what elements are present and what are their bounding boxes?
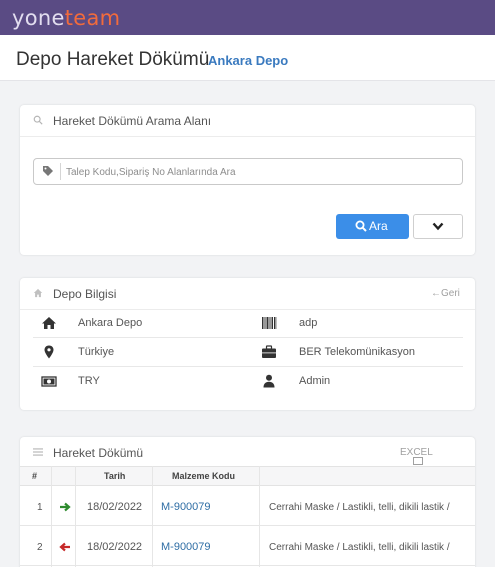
field-separator — [60, 163, 61, 180]
depot-code: adp — [299, 317, 318, 329]
column-header-date: Tarih — [104, 471, 126, 481]
back-link-label: Geri — [441, 288, 460, 299]
depot-info-title: Depo Bilgisi — [53, 287, 117, 301]
chevron-down-icon — [432, 222, 444, 231]
back-link[interactable]: ←Geri — [431, 288, 460, 299]
depot-info-card: Depo Bilgisi ←Geri Ankara Depo adp Türki… — [20, 278, 475, 410]
row-date: 18/02/2022 — [87, 541, 143, 553]
top-bar: yoneteam — [0, 0, 495, 35]
column-header-material-code: Malzeme Kodu — [172, 471, 236, 481]
row-date: 18/02/2022 — [87, 501, 143, 513]
row-description: Cerrahi Maske / Lastikli, telli, dikili … — [269, 502, 450, 513]
movements-card: Hareket Dökümü EXCEL # Tarih Malzeme Kod… — [20, 437, 475, 567]
title-bar: Depo Hareket Dökümü Ankara Depo — [0, 35, 495, 81]
depot-info-row: Ankara Depo adp — [33, 309, 463, 338]
arrow-right-icon — [60, 502, 71, 512]
list-icon — [33, 448, 43, 456]
logo-text-2: team — [64, 6, 121, 30]
search-icon — [355, 220, 367, 232]
logo-text-1: yone — [12, 6, 65, 30]
column-header-no: # — [32, 471, 38, 481]
user-icon — [263, 374, 275, 388]
row-number: 2 — [37, 542, 43, 553]
money-icon — [41, 376, 57, 387]
page-title: Depo Hareket Dökümü — [16, 49, 210, 70]
movements-header: Hareket Dökümü EXCEL — [20, 437, 475, 469]
search-button-label: Ara — [369, 219, 388, 233]
page-subtitle-link[interactable]: Ankara Depo — [208, 53, 288, 68]
movements-title: Hareket Dökümü — [53, 446, 144, 460]
search-icon — [33, 115, 43, 125]
home-icon — [33, 288, 43, 298]
search-card-title: Hareket Dökümü Arama Alanı — [53, 114, 212, 128]
table-header: # Tarih Malzeme Kodu — [20, 466, 475, 486]
map-marker-icon — [44, 345, 54, 359]
search-field[interactable] — [33, 158, 463, 185]
table-row[interactable]: 2 18/02/2022 M-900079 Cerrahi Maske / La… — [20, 527, 475, 566]
search-input[interactable] — [66, 163, 456, 181]
search-card: Hareket Dökümü Arama Alanı Ara — [20, 105, 475, 255]
tag-icon — [43, 166, 53, 176]
depot-info-row: TRY Admin — [33, 367, 463, 396]
depot-info-header: Depo Bilgisi ←Geri — [20, 278, 475, 310]
briefcase-icon — [262, 345, 276, 358]
depot-currency: TRY — [78, 375, 100, 387]
search-card-header: Hareket Dökümü Arama Alanı — [20, 105, 475, 137]
row-description: Cerrahi Maske / Lastikli, telli, dikili … — [269, 542, 450, 553]
row-material-code-link[interactable]: M-900079 — [161, 501, 211, 513]
row-number: 1 — [37, 502, 43, 513]
depot-company: BER Telekomünikasyon — [299, 346, 415, 358]
depot-user: Admin — [299, 375, 331, 387]
home-icon — [42, 317, 56, 329]
depot-country: Türkiye — [78, 346, 115, 358]
barcode-icon — [262, 317, 277, 329]
table-row[interactable]: 1 18/02/2022 M-900079 Cerrahi Maske / La… — [20, 487, 475, 526]
brand-logo[interactable]: yoneteam — [12, 6, 120, 30]
excel-export-button[interactable]: EXCEL — [400, 447, 433, 465]
depot-name: Ankara Depo — [78, 317, 143, 329]
advanced-search-toggle[interactable] — [413, 214, 463, 239]
depot-info-row: Türkiye BER Telekomünikasyon — [33, 338, 463, 367]
row-material-code-link[interactable]: M-900079 — [161, 541, 211, 553]
table-icon — [413, 457, 423, 465]
arrow-left-icon — [59, 542, 70, 552]
search-button[interactable]: Ara — [336, 214, 409, 239]
